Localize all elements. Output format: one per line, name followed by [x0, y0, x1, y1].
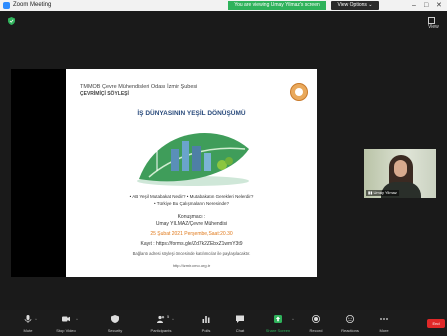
- participant-count: 5: [167, 314, 170, 319]
- participants-icon: [157, 315, 165, 323]
- viewing-screen-banner: You are viewing Umay Yilmaz's screen: [228, 1, 326, 10]
- green-leaf-city-illustration: [137, 133, 249, 186]
- shield-icon: [111, 315, 119, 323]
- slide-organization: TMMOB Çevre Mühendisleri Odası İzmir Şub…: [80, 84, 198, 90]
- slide-topic: İŞ DÜNYASININ YEŞİL DÖNÜŞÜMÜ: [137, 110, 246, 117]
- participant-name-label: ▮▮ Umay Yilmaz: [366, 190, 399, 196]
- share-screen-label: Share Screen: [265, 328, 291, 333]
- mute-caret-icon[interactable]: ^: [35, 317, 37, 322]
- view-label: View: [428, 24, 439, 30]
- slide-subtitle: ÇEVRİMİÇİ SÖYLEŞİ: [80, 91, 129, 97]
- slide-note: Bağlantı adresi söyleşi öncesinde katılı…: [132, 251, 251, 256]
- reactions-icon: [346, 315, 354, 323]
- more-label: More: [379, 328, 389, 333]
- microphone-icon: [24, 315, 32, 323]
- chat-label: Chat: [235, 328, 245, 333]
- participant-face: [394, 160, 407, 177]
- meeting-toolbar: ^ Mute ^ Stop Video Security 5 ^ Partici…: [0, 310, 447, 336]
- stop-video-label: Stop Video: [56, 328, 76, 333]
- security-label: Security: [107, 328, 123, 333]
- video-camera-icon: [62, 316, 70, 322]
- slide-website: http://izmir.cmo.org.tr: [172, 263, 211, 268]
- slide-date: 25 Şubat 2021 Perşembe,Saat:20.30: [150, 231, 233, 237]
- participants-label: Participants: [150, 328, 172, 333]
- record-icon: [312, 315, 320, 323]
- window-titlebar: Zoom Meeting – □ ✕ You are viewing Umay …: [0, 0, 447, 11]
- view-options-button[interactable]: View Options ⌄: [331, 1, 379, 10]
- minimize-button[interactable]: –: [412, 0, 416, 11]
- participants-button[interactable]: 5 ^ Participants: [141, 310, 181, 336]
- stop-video-button[interactable]: ^ Stop Video: [46, 310, 86, 336]
- chat-button[interactable]: Chat: [220, 310, 260, 336]
- polls-icon: [202, 316, 210, 323]
- encryption-shield-icon[interactable]: [8, 17, 15, 25]
- slide-bullets: • AB Yeşil Mutabakat Nedir? • Mutabakatı…: [129, 194, 254, 206]
- maximize-button[interactable]: □: [424, 0, 428, 11]
- share-caret-icon[interactable]: ^: [292, 317, 294, 322]
- participants-caret-icon[interactable]: ^: [172, 317, 174, 322]
- zoom-app-icon: [3, 2, 10, 9]
- chat-icon: [236, 315, 244, 323]
- close-button[interactable]: ✕: [436, 0, 442, 11]
- gallery-view-icon: [428, 17, 435, 24]
- participant-name: Umay Yilmaz: [373, 190, 397, 195]
- more-icon: [380, 318, 388, 320]
- slide-speaker-name: Umay YILMAZ/Çevre Mühendisi: [155, 221, 228, 227]
- slide-registration: Kayıt : https://forms.gle/Zd7k2ZEbxZ1wmY…: [140, 241, 243, 247]
- mute-button[interactable]: ^ Mute: [8, 310, 48, 336]
- video-caret-icon[interactable]: ^: [76, 317, 78, 322]
- meeting-topbar: [0, 11, 447, 33]
- share-screen-icon: [274, 315, 282, 323]
- signal-icon: ▮▮: [368, 190, 373, 195]
- end-meeting-button[interactable]: End: [427, 319, 445, 328]
- shared-slide: TMMOB Çevre Mühendisleri Odası İzmir Şub…: [66, 69, 317, 277]
- window-title: Zoom Meeting: [13, 2, 52, 8]
- share-screen-button[interactable]: ^ Share Screen: [258, 310, 298, 336]
- participant-video[interactable]: ▮▮ Umay Yilmaz: [364, 149, 436, 198]
- more-button[interactable]: More: [364, 310, 404, 336]
- organization-logo-icon: [290, 83, 308, 101]
- mute-label: Mute: [23, 328, 33, 333]
- security-button[interactable]: Security: [95, 310, 135, 336]
- view-toggle-button[interactable]: View: [428, 17, 447, 30]
- slide-speaker-label: Konuşmacı :: [177, 214, 206, 220]
